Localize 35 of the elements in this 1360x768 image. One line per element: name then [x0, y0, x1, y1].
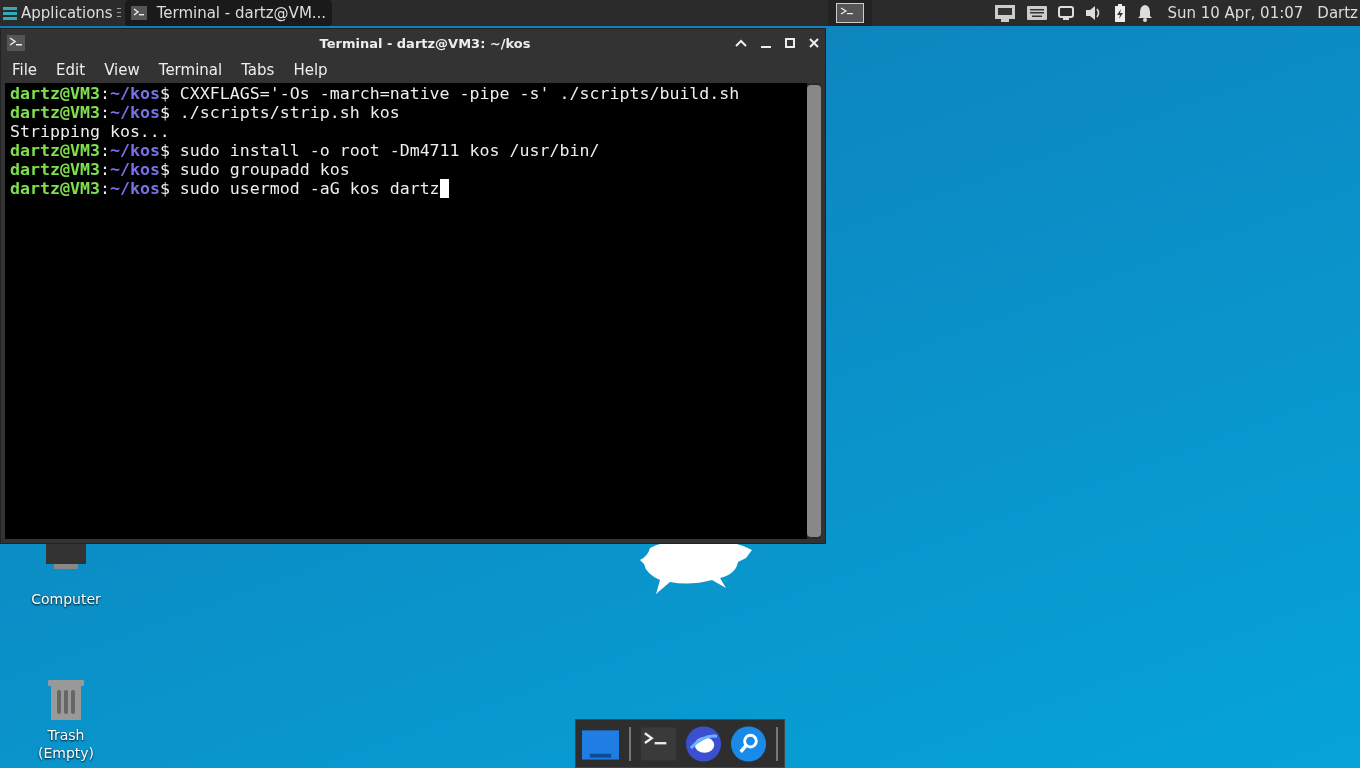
terminal-line: dartz@VM3:~/kos$ sudo usermod -aG kos dartz: [10, 179, 440, 198]
terminal-icon: [130, 6, 147, 20]
terminal-line: dartz@VM3:~/kos$ sudo groupadd kos: [10, 160, 350, 179]
globe-icon[interactable]: [686, 725, 722, 762]
terminal-line: dartz@VM3:~/kos$ ./scripts/strip.sh kos: [10, 103, 400, 122]
workspace-icon[interactable]: [836, 3, 865, 23]
window-title: Terminal - dartz@VM3: ~/kos: [318, 35, 531, 51]
handle-icon[interactable]: [116, 7, 121, 19]
scrollbar[interactable]: [807, 83, 821, 539]
battery-icon[interactable]: [1114, 4, 1127, 22]
terminal-icon: [7, 35, 25, 51]
notification-bell-icon[interactable]: [1137, 4, 1154, 22]
menu-item[interactable]: Edit: [56, 61, 86, 79]
network-icon[interactable]: [994, 4, 1017, 22]
clock[interactable]: Sun 10 Apr, 01:07: [1167, 4, 1304, 22]
menu-icon: [2, 5, 18, 21]
taskbar-button[interactable]: Terminal - dartz@VM...: [124, 0, 333, 26]
display-icon[interactable]: [1058, 6, 1075, 20]
close-icon[interactable]: [809, 38, 819, 48]
menu-item[interactable]: File: [12, 61, 38, 79]
desktop-icon[interactable]: [582, 727, 619, 760]
menu-item[interactable]: View: [104, 61, 140, 79]
menu-item[interactable]: Terminal: [158, 61, 223, 79]
menu-item[interactable]: Help: [293, 61, 328, 79]
terminal-icon[interactable]: [640, 726, 676, 761]
keyboard-icon[interactable]: [1027, 6, 1048, 20]
search-icon[interactable]: [731, 725, 767, 762]
restore-icon[interactable]: [785, 38, 795, 48]
menu-item[interactable]: Tabs: [241, 61, 275, 79]
terminal-line: dartz@VM3:~/kos$ CXXFLAGS='-Os -march=native -pipe -s' ./scripts/build.sh: [10, 84, 740, 103]
user-name[interactable]: Dartz: [1317, 4, 1358, 22]
terminal-line: Stripping kos...: [10, 122, 170, 141]
desktop-icon-label[interactable]: Computer: [31, 590, 101, 608]
applications-menu[interactable]: Applications: [0, 0, 117, 26]
terminal-line: dartz@VM3:~/kos$ sudo install -o root -Dm4711 kos /usr/bin/: [10, 141, 600, 160]
